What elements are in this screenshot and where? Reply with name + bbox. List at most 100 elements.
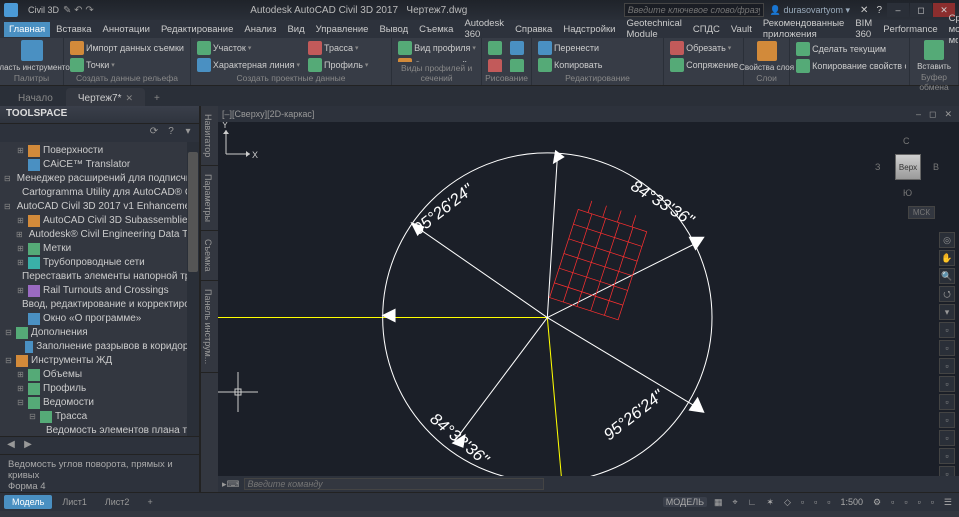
tree-item[interactable]: ⊞Поверхности [0, 144, 199, 158]
expand-icon[interactable]: ⊞ [16, 256, 25, 270]
tree-item[interactable]: Окно «О программе» [0, 312, 199, 326]
minimize-button[interactable]: – [887, 3, 909, 17]
tree-item[interactable]: Переставить элементы напорной трубопрово… [0, 270, 199, 284]
arc-button[interactable] [507, 40, 527, 56]
status-i8-icon[interactable]: ▫ [928, 497, 937, 507]
tree-item[interactable]: ⊞AutoCAD Civil 3D Subassemblies [0, 214, 199, 228]
tree-item[interactable]: ⊟AutoCAD Civil 3D 2017 v1 Enhancements [0, 200, 199, 214]
tree-item[interactable]: ⊞Autodesk® Civil Engineering Data Transl… [0, 228, 199, 242]
tab-vault[interactable]: Vault [726, 22, 757, 37]
expand-icon[interactable]: ⊞ [16, 214, 25, 228]
toolspace-tree[interactable]: ⊞Поверхности CAiCE™ Translator⊟Менеджер … [0, 142, 199, 436]
ts-refresh-icon[interactable]: ⟳ [147, 126, 161, 140]
doctab-active[interactable]: Чертеж7*✕ [66, 88, 145, 106]
tree-item[interactable]: ⊞Трубопроводные сети [0, 256, 199, 270]
a360-icon[interactable]: ✕ [856, 5, 872, 16]
tab-output[interactable]: Вывод [374, 22, 413, 37]
expand-icon[interactable]: ⊟ [4, 326, 13, 340]
viewcube-west[interactable]: З [875, 162, 880, 172]
tab-spds[interactable]: СПДС [688, 22, 725, 37]
line-button[interactable] [485, 40, 505, 56]
ts-dropdown-icon[interactable]: ▾ [181, 126, 195, 140]
sidetab-settings[interactable]: Параметры [201, 166, 218, 231]
expand-icon[interactable]: ⊞ [16, 242, 25, 256]
sidetab-toolbox[interactable]: Панель инструм... [201, 281, 218, 373]
expand-icon[interactable]: ⊞ [16, 228, 23, 242]
tree-item[interactable]: ⊞Объемы [0, 368, 199, 382]
nav-zoom-icon[interactable]: 🔍 [939, 268, 955, 284]
expand-icon[interactable]: ⊟ [4, 354, 13, 368]
nav-i6-icon[interactable]: ▫ [939, 412, 955, 428]
status-i9-icon[interactable]: ☰ [941, 497, 955, 508]
alignment-button[interactable]: Трасса▾ [305, 40, 371, 56]
help-search-input[interactable] [624, 3, 764, 17]
tree-item[interactable]: ⊞Rail Turnouts and Crossings [0, 284, 199, 298]
layout-tab-2[interactable]: Лист2 [97, 495, 138, 509]
matchlayer-button[interactable]: Копирование свойств слоя [793, 58, 906, 74]
status-i6-icon[interactable]: ▫ [901, 497, 910, 507]
nav-i8-icon[interactable]: ▫ [939, 448, 955, 464]
nav-showm-icon[interactable]: ▾ [939, 304, 955, 320]
tab-annotate[interactable]: Аннотации [97, 22, 155, 37]
vp-maximize-icon[interactable]: ◻ [926, 109, 939, 120]
tree-scrollbar[interactable] [187, 142, 199, 436]
tree-item[interactable]: ⊟Менеджер расширений для подписчиков [0, 172, 199, 186]
tab-home[interactable]: Главная [4, 22, 50, 37]
help-icon[interactable]: ? [872, 5, 886, 16]
pline-button[interactable] [507, 58, 527, 72]
status-grid-icon[interactable]: ▦ [711, 497, 726, 508]
nav-wheel-icon[interactable]: ◎ [939, 232, 955, 248]
nav-i7-icon[interactable]: ▫ [939, 430, 955, 446]
wcs-label[interactable]: МСК [908, 206, 935, 219]
viewcube-south[interactable]: Ю [903, 188, 912, 198]
ts-back-icon[interactable]: ◀ [4, 439, 18, 453]
tree-item[interactable]: Заполнение разрывов в коридорах [0, 340, 199, 354]
maximize-button[interactable]: ◻ [910, 3, 932, 17]
tree-item[interactable]: ⊟Инструменты ЖД [0, 354, 199, 368]
status-i7-icon[interactable]: ▫ [915, 497, 924, 507]
viewport-controls[interactable]: [–][Сверху][2D-каркас] [222, 109, 314, 119]
tree-item[interactable]: ⊟Дополнения [0, 326, 199, 340]
import-survey-button[interactable]: Импорт данных съемки [67, 40, 187, 56]
nav-i5-icon[interactable]: ▫ [939, 394, 955, 410]
profile-button[interactable]: Профиль▾ [305, 57, 371, 72]
tree-item[interactable]: Ввод, редактирование и корректировка тео… [0, 298, 199, 312]
tab-perf[interactable]: Performance [878, 22, 942, 37]
expand-icon[interactable]: ⊞ [16, 284, 25, 298]
expand-icon[interactable]: ⊞ [16, 382, 25, 396]
featureline-button[interactable]: Характерная линия▾ [194, 57, 303, 72]
layout-tab-add[interactable]: + [139, 495, 160, 509]
drawing-canvas[interactable]: 95°26'24" 84°33'36" 84°33'36" 95°26'24" … [218, 122, 959, 476]
status-snap-icon[interactable]: ⌖ [730, 497, 741, 508]
status-ortho-icon[interactable]: ∟ [745, 497, 760, 507]
tree-item[interactable]: ⊟Трасса [0, 410, 199, 424]
toolspace-button[interactable]: Область инструментов [3, 40, 60, 72]
nav-i9-icon[interactable]: ▫ [939, 466, 955, 476]
status-model-label[interactable]: МОДЕЛЬ [663, 497, 707, 507]
tab-modify[interactable]: Редактирование [156, 22, 238, 37]
ts-fwd-icon[interactable]: ▶ [21, 439, 35, 453]
vp-close-icon[interactable]: ✕ [941, 109, 955, 120]
nav-i2-icon[interactable]: ▫ [939, 340, 955, 356]
points-button[interactable]: Точки▾ [67, 57, 187, 72]
quick-access[interactable]: ✎ ↶ ↷ [63, 5, 94, 16]
viewcube-east[interactable]: В [933, 162, 939, 172]
ts-help-icon[interactable]: ? [164, 126, 178, 140]
viewcube[interactable]: С Ю З В Верх МСК [875, 134, 939, 198]
tab-help[interactable]: Справка [510, 22, 557, 37]
fillet-button[interactable]: Сопряжение▾ [667, 57, 740, 73]
tab-addins[interactable]: Надстройки [558, 22, 620, 37]
nav-i1-icon[interactable]: ▫ [939, 322, 955, 338]
doctab-start[interactable]: Начало [6, 88, 65, 106]
workspace-tab[interactable]: Civil 3D [24, 5, 63, 15]
tab-view[interactable]: Вид [282, 22, 309, 37]
close-icon[interactable]: ✕ [125, 93, 133, 104]
nav-i3-icon[interactable]: ▫ [939, 358, 955, 374]
circle-button[interactable] [485, 58, 505, 72]
status-i5-icon[interactable]: ▫ [888, 497, 897, 507]
status-i3-icon[interactable]: ▫ [824, 497, 833, 507]
scrollbar-thumb[interactable] [188, 152, 198, 272]
tree-item[interactable]: ⊞Профиль [0, 382, 199, 396]
command-input[interactable] [244, 478, 544, 490]
makelayer-button[interactable]: Сделать текущим [793, 41, 906, 57]
